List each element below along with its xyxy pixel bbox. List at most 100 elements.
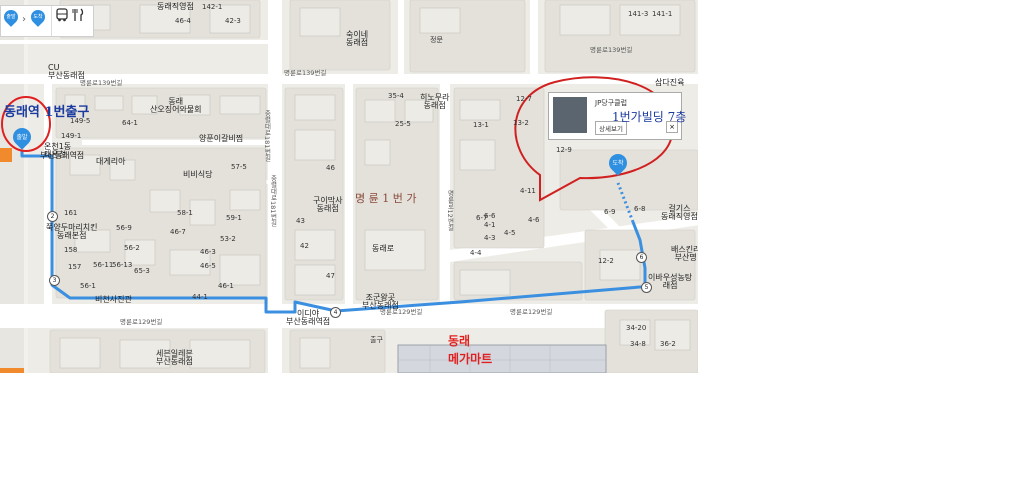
lot-number: 12-2	[598, 257, 614, 265]
lot-number: 149-1	[61, 132, 82, 140]
route-step-marker: 6	[636, 252, 647, 263]
district-label: 명 륜 1 번 가	[355, 192, 417, 205]
place-label[interactable]: 걸기스 동래직영점	[661, 205, 698, 221]
lot-number: 6-7	[476, 214, 488, 222]
lot-number: 6-8	[634, 205, 646, 213]
route-step-marker: 2	[47, 211, 58, 222]
road-label: 명륜로129번길	[120, 318, 163, 326]
lot-number: 4-11	[520, 187, 536, 195]
fork-knife-icon[interactable]	[72, 8, 84, 25]
start-pin[interactable]: 출발	[9, 124, 35, 150]
place-label[interactable]: 동래로	[372, 245, 394, 253]
lot-number: 141-1	[652, 10, 673, 18]
place-title: JP당구클럽	[595, 99, 628, 107]
place-label: 출구	[370, 336, 383, 344]
place-label[interactable]: 비천사진관	[95, 296, 132, 304]
place-label[interactable]: 조군왕곳 부산동래점	[362, 294, 399, 310]
lot-number: 46	[326, 164, 335, 172]
start-pin-label: 출발	[16, 134, 28, 141]
lot-number: 65-3	[134, 267, 150, 275]
road-label: 충렬대로181번길	[263, 110, 271, 162]
place-label[interactable]: 이디야 부산동래역점	[286, 310, 330, 326]
road-label: 명륜로139번길	[284, 69, 327, 77]
place-label[interactable]: CU 부산동래점	[48, 64, 85, 80]
road-bottom	[0, 304, 698, 328]
lot-number: 4-1	[484, 221, 496, 229]
lot-number: 42-3	[225, 17, 241, 25]
lot-number: 43	[296, 217, 305, 225]
lot-number: 56-2	[124, 244, 140, 252]
route-step-marker: 4	[330, 307, 341, 318]
place-label[interactable]: 세븐일레븐 부산동래점	[156, 350, 193, 366]
place-label[interactable]: 배스킨라 부산명	[671, 246, 698, 262]
lot-number: 46-3	[200, 248, 216, 256]
lot-number: 46-7	[170, 228, 186, 236]
place-photo	[553, 97, 587, 133]
lot-number: 46-4	[175, 17, 191, 25]
megamart-annotation-line1: 동래	[448, 334, 471, 348]
road-label: 명륜로12번길	[446, 190, 454, 231]
lot-number: 56-13	[112, 261, 133, 269]
place-label[interactable]: 숙이네 동래점	[346, 31, 368, 47]
lot-number: 142-1	[202, 3, 223, 11]
map-view[interactable]: 명륜로139번길 명륜로139번길 명륜로139번길 명륜로129번길 명륜로1…	[0, 0, 698, 373]
lot-number: 34-20	[626, 324, 647, 332]
place-label[interactable]: 동래직영점	[157, 3, 194, 11]
place-label[interactable]: 양푼이갈비찜	[199, 135, 243, 143]
lot-number: 46-5	[200, 262, 216, 270]
subway-exit-marker	[0, 148, 12, 162]
lot-number: 157	[68, 263, 82, 271]
route-step-marker: 5	[641, 282, 652, 293]
megamart-building	[397, 344, 607, 373]
lot-number: 6-9	[604, 208, 616, 216]
lot-number: 12-7	[516, 95, 532, 103]
lot-number: 58-1	[177, 209, 193, 217]
place-label[interactable]: 쭉양두마리치킨 동래본점	[46, 224, 98, 240]
bus-icon[interactable]	[56, 8, 68, 25]
lot-number: 4-3	[484, 234, 496, 242]
building-annotation: 1번가빌딩 7층	[612, 110, 687, 124]
lot-number: 161	[64, 209, 78, 217]
place-label[interactable]: 대게리아	[96, 158, 125, 166]
place-label[interactable]: 구이막사 동래점	[313, 197, 342, 213]
place-label[interactable]: 이바우성농탕 래점	[648, 274, 692, 290]
map-canvas	[0, 0, 698, 373]
lot-number: 57-5	[231, 163, 247, 171]
place-label[interactable]: 동래 산오징어와물회	[150, 98, 202, 114]
road-label: 충렬대로181번길	[269, 175, 277, 227]
place-label[interactable]: 부산동래역점	[40, 152, 84, 160]
lot-number: 59-1	[226, 214, 242, 222]
lot-number: 158	[64, 246, 78, 254]
lot-number: 4-5	[504, 229, 516, 237]
lot-number: 56-11	[93, 261, 114, 269]
start-button-label: 출발	[6, 14, 16, 20]
chevron-right-icon: ›	[22, 14, 26, 25]
lot-number: 12-9	[556, 146, 572, 154]
lot-number: 35-4	[388, 92, 404, 100]
place-label: 정문	[430, 36, 443, 44]
end-button-label: 도착	[33, 14, 43, 20]
lot-number: 56-9	[116, 224, 132, 232]
place-label[interactable]: 히노무라 동래점	[420, 94, 449, 110]
road-label: 명륜로139번길	[80, 79, 123, 87]
route-step-marker: 3	[49, 275, 60, 286]
lot-number: 36-2	[660, 340, 676, 348]
road-label: 명륜로139번길	[590, 46, 633, 54]
lot-number: 56-1	[80, 282, 96, 290]
lot-number: 13-1	[473, 121, 489, 129]
megamart-annotation-line2: 메가마트	[448, 352, 493, 366]
exit-annotation: 동래역 1번출구	[4, 105, 90, 120]
place-label[interactable]: 삼다진육	[655, 79, 684, 87]
start-button[interactable]: 출발	[1, 7, 21, 30]
lot-number: 25-5	[395, 120, 411, 128]
route-controls: 출발 › 도착	[0, 5, 94, 37]
lot-number: 141-3	[628, 10, 649, 18]
lot-number: 13-2	[513, 119, 529, 127]
end-pin[interactable]: 도착	[605, 150, 631, 176]
lot-number: 47	[326, 272, 335, 280]
lot-number: 4-4	[470, 249, 482, 257]
lot-number: 53-2	[220, 235, 236, 243]
end-button[interactable]: 도착	[28, 7, 48, 30]
lot-number: 4-6	[528, 216, 540, 224]
place-label[interactable]: 비비식당	[183, 171, 212, 179]
